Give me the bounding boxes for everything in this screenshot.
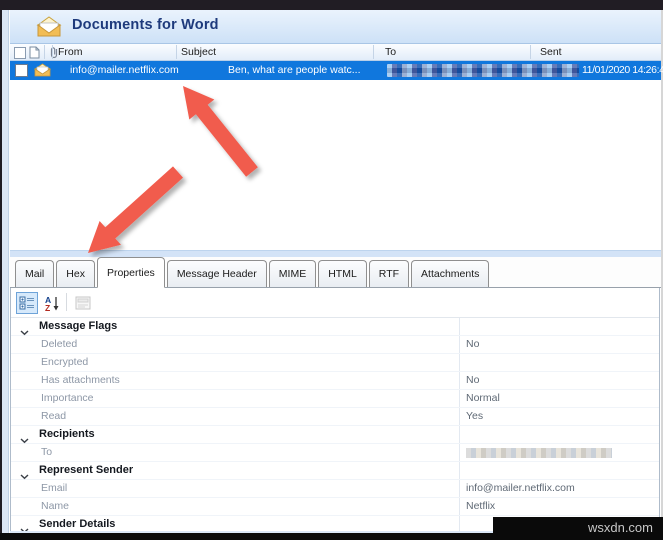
property-label: To (41, 446, 52, 458)
folder-header: Documents for Word (10, 10, 661, 44)
property-value: info@mailer.netflix.com (466, 482, 575, 494)
arrow-to-message-row (183, 86, 258, 177)
read-mail-icon (34, 63, 51, 82)
row-subject: Ben, what are people watc... (228, 64, 361, 76)
property-row[interactable]: Read Yes (11, 408, 659, 426)
category-label: Represent Sender (39, 464, 133, 476)
property-value: Yes (466, 410, 483, 422)
property-row[interactable]: Importance Normal (11, 390, 659, 408)
property-row[interactable]: Encrypted (11, 354, 659, 372)
property-row[interactable]: Email info@mailer.netflix.com (11, 480, 659, 498)
property-row[interactable]: Name Netflix (11, 498, 659, 516)
property-label: Importance (41, 392, 94, 404)
watermark-box: wsxdn.com (493, 517, 663, 540)
column-divider[interactable] (176, 45, 177, 59)
open-envelope-icon (36, 16, 62, 43)
property-value: Netflix (466, 500, 495, 512)
header-separator (44, 45, 45, 59)
row-sent: 11/01/2020 14:26:43 (582, 64, 663, 76)
column-header-from[interactable]: From (58, 46, 83, 58)
folder-title: Documents for Word (72, 17, 219, 33)
tab-rtf[interactable]: RTF (369, 260, 409, 287)
tab-mail[interactable]: Mail (15, 260, 54, 287)
svg-text:Z: Z (45, 303, 50, 312)
tab-properties[interactable]: Properties (97, 257, 165, 288)
tab-message-header[interactable]: Message Header (167, 260, 267, 287)
category-row[interactable]: Represent Sender (11, 462, 659, 480)
property-value: No (466, 374, 479, 386)
tab-html[interactable]: HTML (318, 260, 367, 287)
property-row[interactable]: To (11, 444, 659, 462)
column-divider[interactable] (373, 45, 374, 59)
arrow-to-hex-tab (88, 166, 183, 253)
column-header-to[interactable]: To (385, 46, 396, 58)
watermark-text: wsxdn.com (588, 520, 653, 535)
category-label: Recipients (39, 428, 95, 440)
property-value: Normal (466, 392, 500, 404)
window-top-border (0, 0, 663, 10)
app-window: Documents for Word From Subject To Sent inf… (0, 0, 663, 540)
window-inner-gutter (2, 10, 9, 533)
property-row[interactable]: Has attachments No (11, 372, 659, 390)
column-header-subject[interactable]: Subject (181, 46, 216, 58)
mail-list-column-header: From Subject To Sent (10, 44, 661, 61)
toolbar-separator (66, 293, 67, 311)
categorized-view-icon[interactable] (16, 292, 38, 314)
tab-bar: MailHexPropertiesMessage HeaderMIMEHTMLR… (10, 257, 661, 288)
property-value: No (466, 338, 479, 350)
column-divider[interactable] (530, 45, 531, 59)
property-label: Has attachments (41, 374, 120, 386)
property-grid-toolbar: A Z (11, 288, 659, 318)
category-row[interactable]: Message Flags (11, 318, 659, 336)
tab-attachments[interactable]: Attachments (411, 260, 489, 287)
property-label: Read (41, 410, 66, 422)
property-row[interactable]: Deleted No (11, 336, 659, 354)
chevron-down-icon[interactable] (20, 521, 29, 531)
category-label: Sender Details (39, 518, 115, 530)
pane-splitter[interactable] (10, 250, 661, 257)
property-label: Name (41, 500, 69, 512)
row-checkbox[interactable] (15, 64, 28, 82)
category-label: Message Flags (39, 320, 117, 332)
tab-mime[interactable]: MIME (269, 260, 316, 287)
properties-pane: A Z Message Flags Deleted No Encrypted Has a… (10, 288, 660, 531)
property-label: Encrypted (41, 356, 88, 368)
property-label: Email (41, 482, 67, 494)
alphabetical-sort-icon[interactable]: A Z (41, 292, 63, 314)
column-divider[interactable] (52, 45, 53, 59)
mail-list-row[interactable]: info@mailer.netflix.com Ben, what are pe… (10, 61, 661, 80)
property-pages-icon (72, 292, 94, 314)
property-grid: Message Flags Deleted No Encrypted Has attac… (11, 318, 659, 531)
property-label: Deleted (41, 338, 77, 350)
tab-hex[interactable]: Hex (56, 260, 95, 287)
category-row[interactable]: Recipients (11, 426, 659, 444)
row-from: info@mailer.netflix.com (70, 64, 179, 76)
row-to-redacted (387, 64, 579, 77)
column-header-sent[interactable]: Sent (540, 46, 562, 58)
property-value-redacted (466, 448, 612, 458)
